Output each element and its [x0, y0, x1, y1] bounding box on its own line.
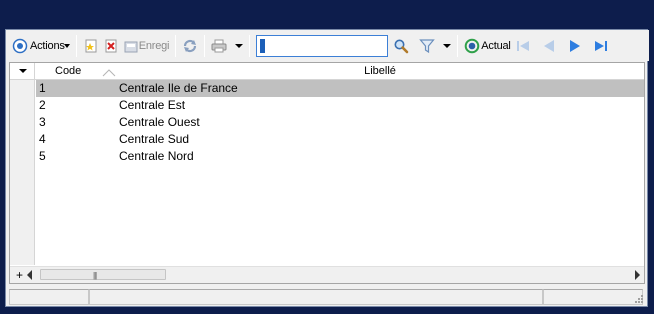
chevron-down-icon — [19, 69, 27, 73]
delete-icon — [103, 38, 119, 54]
toolbar: Actions Enregi 1 Actual — [6, 30, 649, 61]
column-chooser-button[interactable] — [10, 63, 35, 80]
cell-code: 1 — [39, 81, 46, 95]
status-bar — [6, 288, 647, 306]
cell-code: 4 — [39, 132, 46, 146]
actual-icon — [464, 38, 480, 54]
row-header-strip — [10, 80, 35, 265]
scrollbar-thumb[interactable]: ||| — [40, 269, 166, 280]
new-record-icon — [83, 38, 99, 54]
last-record-button[interactable] — [591, 34, 611, 58]
first-record-button[interactable] — [513, 34, 533, 58]
save-label: Enregi — [138, 39, 170, 52]
toolbar-separator — [175, 34, 177, 57]
actions-label: Actions — [30, 39, 65, 52]
refresh-button[interactable] — [180, 34, 200, 58]
text-selection — [260, 38, 266, 53]
delete-button[interactable] — [101, 34, 121, 58]
next-record-button[interactable] — [565, 34, 585, 58]
cell-libelle: Centrale Est — [119, 98, 186, 112]
refresh-icon — [182, 38, 198, 54]
search-input-box[interactable] — [256, 34, 389, 57]
search-icon — [393, 38, 409, 54]
grip-icon: ||| — [93, 271, 97, 280]
filter-icon — [419, 38, 436, 54]
filter-button[interactable] — [417, 34, 437, 58]
grid-rows: 1 Centrale Ile de France 2 Centrale Est … — [36, 80, 644, 165]
scroll-right-icon[interactable] — [635, 270, 640, 280]
actual-button[interactable]: Actual — [462, 34, 512, 58]
search-input[interactable] — [257, 35, 388, 56]
toolbar-separator — [457, 34, 459, 57]
status-segment — [9, 289, 89, 305]
save-icon — [123, 38, 139, 54]
grid-header: Code Libellé — [10, 63, 644, 80]
table-row[interactable]: 3 Centrale Ouest — [36, 114, 644, 131]
column-header-libelle-label: Libellé — [364, 65, 396, 77]
dropdown-icon — [443, 43, 452, 48]
print-button[interactable] — [209, 34, 229, 58]
last-icon — [593, 38, 609, 54]
cell-libelle: Centrale Sud — [119, 132, 190, 146]
filter-dropdown-button[interactable] — [437, 34, 453, 58]
scroll-left-icon[interactable] — [27, 270, 32, 280]
toolbar-separator — [204, 34, 206, 57]
cell-libelle: Centrale Ouest — [119, 115, 200, 129]
cell-libelle: Centrale Nord — [119, 149, 194, 163]
new-record-button[interactable] — [81, 34, 101, 58]
cell-code: 3 — [39, 115, 46, 129]
toolbar-separator — [249, 34, 251, 57]
print-dropdown-button[interactable] — [229, 34, 245, 58]
table-row[interactable]: 4 Centrale Sud — [36, 131, 644, 148]
table-row[interactable]: 1 Centrale Ile de France — [36, 80, 644, 97]
chevron-down-icon — [63, 43, 70, 48]
data-grid: Code Libellé 1 Centrale Ile de France 2 … — [9, 62, 645, 284]
main-window: Actions Enregi 1 Actual Code Libellé 1 C… — [5, 29, 649, 307]
column-header-code-label: Code — [55, 65, 82, 77]
print-icon — [211, 38, 227, 54]
save-button[interactable]: Enregi — [121, 34, 172, 58]
cell-code: 5 — [39, 149, 46, 163]
previous-icon — [541, 38, 557, 54]
actions-icon — [12, 38, 28, 54]
horizontal-scrollbar[interactable]: + ||| — [10, 266, 644, 283]
actions-button[interactable]: Actions — [10, 34, 72, 58]
status-segment — [543, 289, 643, 305]
sort-ascending-icon — [102, 69, 116, 77]
cell-libelle: Centrale Ile de France — [119, 81, 238, 95]
column-header-libelle[interactable]: Libellé — [116, 63, 644, 80]
toolbar-separator — [75, 34, 77, 57]
dropdown-icon — [235, 43, 244, 48]
actual-label: Actual — [481, 39, 511, 52]
search-button[interactable] — [391, 34, 411, 58]
status-segment — [89, 289, 543, 305]
table-row[interactable]: 2 Centrale Est — [36, 97, 644, 114]
table-row[interactable]: 5 Centrale Nord — [36, 148, 644, 165]
column-header-code[interactable]: Code — [36, 63, 116, 80]
previous-record-button[interactable] — [539, 34, 559, 58]
cell-code: 2 — [39, 98, 46, 112]
resize-grip-icon[interactable] — [634, 294, 644, 304]
first-icon — [515, 38, 531, 54]
next-icon — [567, 38, 583, 54]
expand-icon[interactable]: + — [16, 268, 23, 282]
